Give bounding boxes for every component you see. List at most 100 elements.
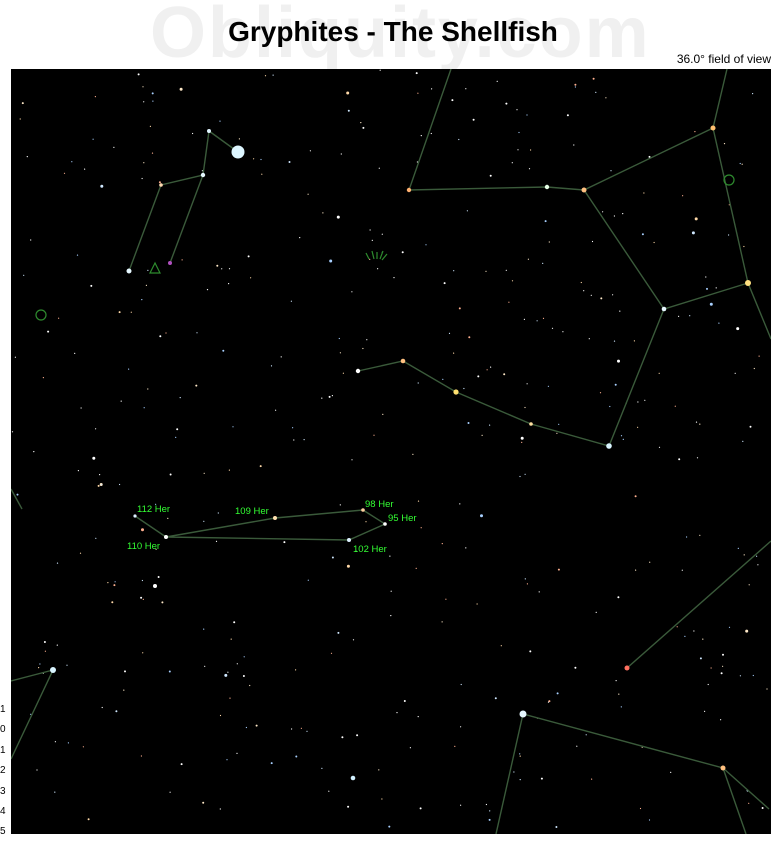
magnitude-label: 2 <box>0 765 6 777</box>
faint-star <box>309 150 311 152</box>
faint-star <box>741 163 743 165</box>
faint-star <box>38 667 40 669</box>
faint-star <box>33 451 35 453</box>
faint-star <box>165 332 167 334</box>
faint-star <box>243 656 245 658</box>
faint-star <box>228 268 231 270</box>
faint-star <box>739 162 741 165</box>
faint-star <box>219 808 221 810</box>
faint-star <box>658 372 660 374</box>
faint-star <box>684 635 686 638</box>
faint-star <box>585 734 587 736</box>
faint-star <box>167 517 169 519</box>
faint-star <box>30 239 32 241</box>
faint-star <box>723 143 726 145</box>
faint-star <box>489 810 491 812</box>
faint-star <box>481 434 483 436</box>
faint-star <box>634 495 637 498</box>
faint-star <box>26 156 28 158</box>
faint-star <box>303 439 305 441</box>
faint-star <box>702 638 704 640</box>
faint-star <box>761 807 764 809</box>
faint-star <box>544 220 547 223</box>
faint-star <box>21 102 24 105</box>
faint-star <box>728 626 731 628</box>
faint-star <box>743 554 745 556</box>
faint-star <box>453 352 455 354</box>
faint-star <box>224 673 228 677</box>
faint-star <box>204 665 206 667</box>
faint-star <box>524 578 526 580</box>
faint-star <box>551 327 554 329</box>
star-label: 109 Her <box>235 506 269 517</box>
faint-star <box>488 818 491 821</box>
faint-star <box>490 366 492 368</box>
faint-star <box>228 283 230 285</box>
faint-star <box>752 674 754 677</box>
star <box>273 516 277 520</box>
star <box>606 443 612 449</box>
star-chart[interactable]: 112 Her 109 Her 98 Her 95 Her 110 Her 10… <box>11 69 771 834</box>
faint-star <box>460 726 462 728</box>
faint-star <box>290 300 292 302</box>
faint-star <box>378 769 380 771</box>
magnitude-label: 1 <box>0 744 6 756</box>
faint-star <box>169 791 171 793</box>
faint-star <box>365 521 367 523</box>
faint-star <box>378 167 380 169</box>
faint-star <box>527 258 530 260</box>
faint-star <box>95 428 97 430</box>
faint-star <box>115 710 118 713</box>
faint-star <box>95 537 97 539</box>
faint-star <box>295 669 297 671</box>
faint-star <box>14 356 16 358</box>
faint-star <box>230 638 232 640</box>
faint-star <box>124 670 126 673</box>
faint-star <box>737 547 739 549</box>
faint-star <box>203 628 205 630</box>
faint-star <box>56 562 59 564</box>
faint-star <box>390 590 392 592</box>
star <box>126 268 132 274</box>
constellation-line <box>11 668 55 760</box>
faint-star <box>261 173 263 175</box>
faint-star <box>415 72 418 75</box>
faint-star <box>140 596 143 599</box>
faint-star <box>557 568 560 571</box>
magnitude-label: 3 <box>0 785 6 797</box>
faint-star <box>689 315 691 317</box>
faint-star <box>529 650 532 653</box>
faint-star <box>602 211 604 213</box>
faint-star <box>441 621 443 623</box>
star <box>406 187 412 193</box>
faint-star <box>293 439 295 441</box>
faint-star <box>169 473 172 476</box>
faint-star <box>686 536 688 538</box>
faint-star <box>259 465 262 468</box>
faint-star <box>382 413 384 415</box>
faint-star <box>465 88 467 90</box>
faint-star <box>113 584 116 587</box>
constellation-line <box>169 174 204 264</box>
star-labels: 112 Her 109 Her 98 Her 95 Her 110 Her 10… <box>127 499 417 555</box>
star <box>453 389 459 395</box>
faint-star <box>221 268 223 270</box>
faint-star <box>591 240 594 243</box>
faint-star <box>71 161 73 163</box>
faint-star <box>619 310 621 312</box>
faint-star <box>574 83 577 86</box>
star <box>661 306 667 312</box>
faint-star <box>748 584 750 586</box>
constellation-line <box>128 130 210 272</box>
faint-star <box>39 663 41 665</box>
faint-star <box>377 268 379 270</box>
faint-star <box>143 162 145 164</box>
faint-star <box>615 680 617 682</box>
faint-star <box>718 322 720 324</box>
faint-star <box>540 777 543 780</box>
faint-star <box>460 804 462 806</box>
faint-star <box>574 86 577 88</box>
faint-star <box>752 93 754 95</box>
faint-star <box>480 514 483 518</box>
faint-star <box>30 713 32 715</box>
